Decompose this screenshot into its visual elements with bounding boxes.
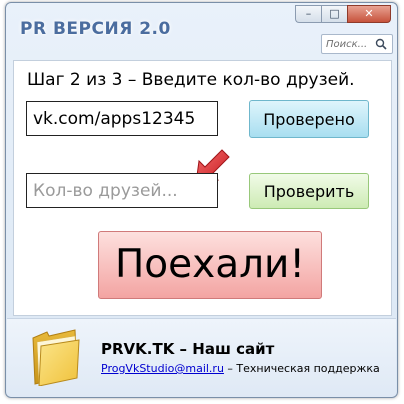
- footer: PRVK.TK – Наш сайт ProgVkStudio@mail.ru …: [7, 318, 396, 397]
- search-box[interactable]: [321, 34, 393, 54]
- folder-icon: [32, 329, 80, 386]
- go-button[interactable]: Поехали!: [98, 231, 322, 299]
- main-panel: Шаг 2 из 3 – Введите кол-во друзей. Пров…: [13, 60, 392, 316]
- check-button[interactable]: Проверить: [249, 173, 369, 209]
- verified-button[interactable]: Проверено: [249, 100, 369, 138]
- step-label: Шаг 2 из 3 – Введите кол-во друзей.: [27, 70, 355, 90]
- window-controls: – □ ✕: [295, 5, 391, 25]
- app-url-input[interactable]: [26, 101, 218, 136]
- minimize-button[interactable]: –: [295, 5, 321, 23]
- close-button[interactable]: ✕: [347, 5, 391, 23]
- app-window: PR ВЕРСИЯ 2.0 – □ ✕ Шаг 2 из 3 – Введите…: [5, 2, 398, 398]
- support-line: ProgVkStudio@mail.ru – Техническая подде…: [101, 362, 380, 375]
- support-email-link[interactable]: ProgVkStudio@mail.ru: [101, 362, 224, 375]
- search-input[interactable]: [326, 37, 372, 51]
- friends-count-input[interactable]: [26, 173, 218, 208]
- site-title: PRVK.TK – Наш сайт: [101, 340, 275, 358]
- support-text: – Техническая поддержка: [223, 362, 380, 375]
- search-icon[interactable]: [375, 38, 387, 50]
- maximize-button[interactable]: □: [321, 5, 347, 23]
- window-title: PR ВЕРСИЯ 2.0: [20, 19, 171, 39]
